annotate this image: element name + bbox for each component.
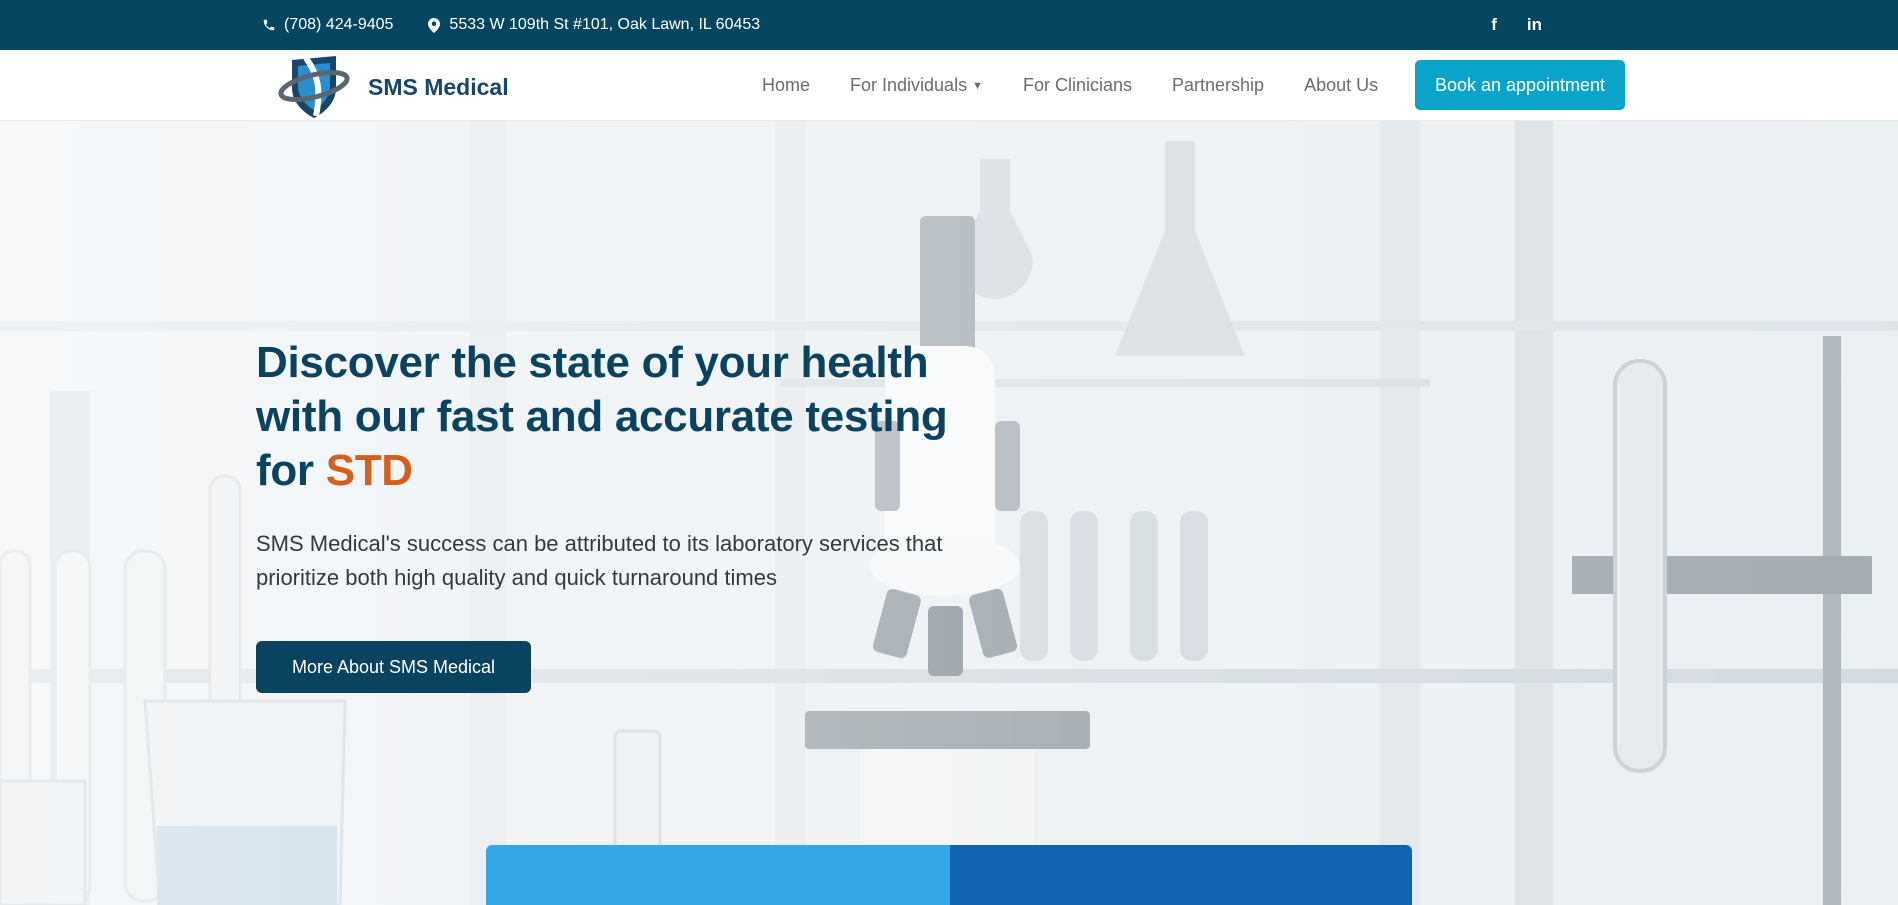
- feature-card-primary[interactable]: [486, 845, 950, 905]
- nav-item-for-individuals[interactable]: For Individuals ▼: [850, 75, 983, 96]
- main-navigation: SMS Medical Home For Individuals ▼ For Cl…: [0, 50, 1898, 121]
- book-appointment-button[interactable]: Book an appointment: [1415, 60, 1625, 110]
- more-about-button[interactable]: More About SMS Medical: [256, 641, 531, 693]
- caret-down-icon: ▼: [972, 79, 983, 92]
- hero-subtext: SMS Medical's success can be attributed …: [256, 531, 943, 590]
- lab-background-image: [0, 121, 1898, 905]
- brand-name: SMS Medical: [368, 73, 509, 100]
- contact-info: (708) 424-9405 5533 W 109th St #101, Oak…: [262, 0, 760, 50]
- nav-item-about-us[interactable]: About Us: [1304, 75, 1378, 96]
- top-contact-bar: (708) 424-9405 5533 W 109th St #101, Oak…: [0, 0, 1898, 50]
- nav-item-partnership[interactable]: Partnership: [1172, 75, 1264, 96]
- map-pin-icon: [427, 17, 441, 33]
- linkedin-icon[interactable]: in: [1527, 15, 1542, 35]
- logo-mark-icon: [278, 56, 350, 118]
- phone-icon: [262, 18, 276, 32]
- hero-headline-accent: STD: [325, 446, 413, 495]
- phone-number[interactable]: (708) 424-9405: [284, 16, 393, 34]
- social-links: f in: [1491, 0, 1542, 50]
- feature-card-secondary[interactable]: [950, 845, 1412, 905]
- hero-section: Discover the state of your health with o…: [0, 121, 1898, 905]
- hero-headline: Discover the state of your health with o…: [256, 336, 976, 498]
- site-logo[interactable]: SMS Medical: [276, 52, 509, 120]
- nav-item-home[interactable]: Home: [762, 75, 810, 96]
- nav-item-for-clinicians[interactable]: For Clinicians: [1023, 75, 1132, 96]
- nav-item-for-individuals-label: For Individuals: [850, 74, 968, 95]
- feature-cards: [486, 845, 1412, 905]
- address-text: 5533 W 109th St #101, Oak Lawn, IL 60453: [449, 16, 761, 33]
- nav-menu: Home For Individuals ▼ For Clinicians Par…: [762, 50, 1378, 120]
- facebook-icon[interactable]: f: [1491, 15, 1497, 35]
